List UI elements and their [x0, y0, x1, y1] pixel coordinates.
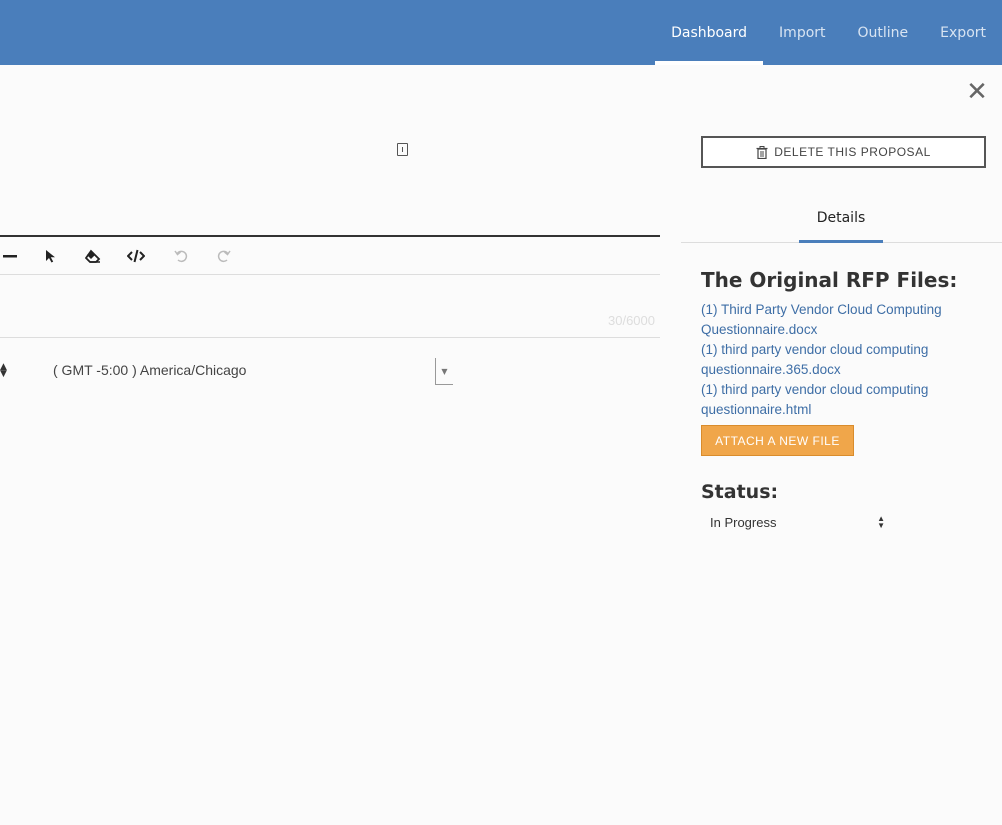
nav-import[interactable]: Import: [763, 0, 841, 65]
status-heading: Status:: [701, 481, 779, 503]
editor-footer: 30/6000: [0, 275, 660, 338]
select-pointer-icon[interactable]: [41, 247, 61, 265]
undo-icon[interactable]: [171, 247, 191, 265]
page-break-icon[interactable]: [397, 143, 408, 156]
sort-arrows-icon[interactable]: ▲ ▼: [0, 363, 7, 379]
nav-export[interactable]: Export: [924, 0, 1002, 65]
nav-dashboard[interactable]: Dashboard: [655, 0, 764, 65]
horizontal-rule-icon[interactable]: [0, 247, 20, 265]
character-counter: 30/6000: [608, 313, 655, 328]
timezone-select[interactable]: ( GMT -5:00 ) America/Chicago: [53, 362, 246, 378]
status-value: In Progress: [710, 514, 777, 530]
file-link[interactable]: (1) Third Party Vendor Cloud Computing Q…: [701, 300, 991, 340]
chevron-down-icon[interactable]: ▼: [435, 358, 453, 385]
attach-file-button[interactable]: ATTACH A NEW FILE: [701, 425, 854, 456]
main-nav: Dashboard Import Outline Export: [655, 0, 1002, 65]
delete-proposal-button[interactable]: DELETE THIS PROPOSAL: [701, 136, 986, 168]
panel-tabs: Details: [681, 196, 1002, 243]
code-view-icon[interactable]: [126, 247, 146, 265]
rfp-files-heading: The Original RFP Files:: [701, 268, 958, 292]
editor-toolbar: [0, 235, 660, 275]
status-select[interactable]: In Progress ▲ ▼: [701, 511, 887, 533]
redo-icon[interactable]: [214, 247, 234, 265]
rfp-file-list: (1) Third Party Vendor Cloud Computing Q…: [701, 300, 991, 420]
file-link[interactable]: (1) third party vendor cloud computing q…: [701, 380, 991, 420]
close-icon[interactable]: ✕: [963, 77, 991, 107]
sort-arrows-icon: ▲ ▼: [877, 514, 885, 530]
trash-icon: [756, 145, 768, 159]
tab-details[interactable]: Details: [799, 196, 883, 243]
file-link[interactable]: (1) third party vendor cloud computing q…: [701, 340, 991, 380]
nav-outline[interactable]: Outline: [842, 0, 925, 65]
eraser-icon[interactable]: [83, 247, 103, 265]
delete-proposal-label: DELETE THIS PROPOSAL: [774, 145, 931, 159]
top-nav-bar: Dashboard Import Outline Export: [0, 0, 1002, 65]
